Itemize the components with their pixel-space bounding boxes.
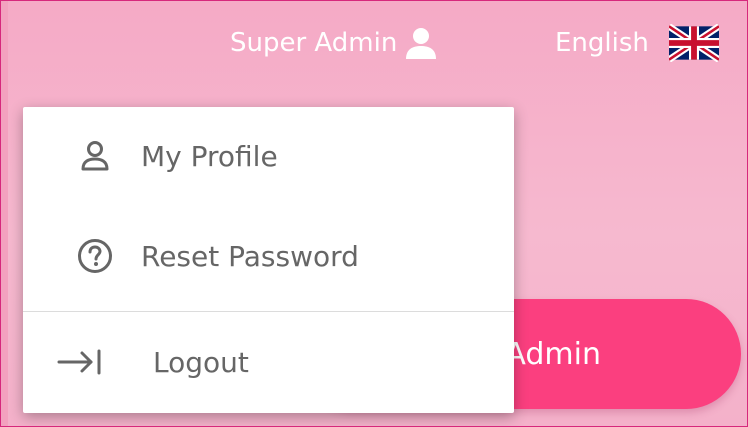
language-label: English	[555, 28, 649, 58]
menu-item-label: Logout	[153, 345, 249, 379]
question-circle-icon	[77, 238, 113, 274]
user-icon	[77, 138, 113, 174]
left-strip	[1, 1, 8, 426]
admin-button-label: Admin	[505, 336, 601, 372]
menu-item-label: Reset Password	[141, 239, 359, 273]
header-user-name: Super Admin	[230, 28, 398, 58]
user-icon	[403, 25, 439, 61]
logout-arrow-icon	[55, 344, 105, 380]
menu-item-label: My Profile	[141, 139, 278, 173]
language-selector[interactable]: English	[555, 23, 721, 63]
menu-item-logout[interactable]: Logout	[23, 339, 514, 385]
user-menu-toggle[interactable]: Super Admin	[230, 23, 439, 63]
user-dropdown-menu: My Profile Reset Password Logout	[23, 107, 514, 413]
page-background: Super Admin English Admin My Profile Res…	[0, 0, 748, 427]
menu-item-my-profile[interactable]: My Profile	[23, 133, 514, 179]
uk-flag-icon	[667, 23, 721, 63]
menu-divider	[23, 311, 514, 312]
menu-item-reset-password[interactable]: Reset Password	[23, 233, 514, 279]
